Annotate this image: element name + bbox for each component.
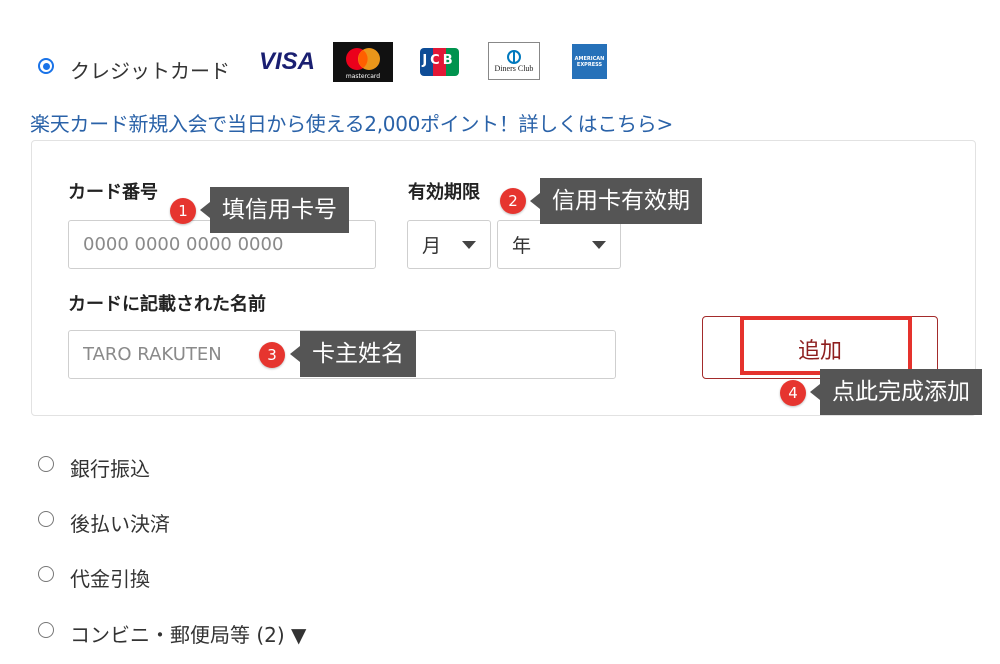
amex-logo: AMERICAN EXPRESS — [572, 44, 607, 79]
cardholder-name-label: カードに記載された名前 — [68, 294, 266, 315]
diners-circle-icon — [507, 49, 521, 64]
visa-logo: VISA — [258, 48, 315, 75]
card-number-label: カード番号 — [68, 182, 158, 203]
expiry-year-value: 年 — [512, 235, 532, 257]
deferred-payment-label[interactable]: 後払い決済 — [70, 508, 170, 537]
cash-on-delivery-radio[interactable] — [38, 566, 54, 582]
annotation-marker-3: 3 — [259, 342, 285, 368]
mastercard-logo: mastercard — [333, 42, 393, 82]
rakuten-card-promo-link[interactable]: 楽天カード新規入会で当日から使える2,000ポイント！詳しくはこちら> — [30, 108, 673, 137]
expiry-year-select[interactable]: 年 — [497, 220, 621, 269]
chevron-down-icon — [462, 241, 476, 249]
credit-card-label[interactable]: クレジットカード — [70, 55, 230, 84]
annotation-marker-2: 2 — [500, 188, 526, 214]
add-card-button-label: 追加 — [797, 339, 842, 364]
deferred-payment-radio[interactable] — [38, 511, 54, 527]
chevron-down-icon — [592, 241, 606, 249]
annotation-tooltip-3: 卡主姓名 — [290, 331, 416, 377]
cash-on-delivery-label[interactable]: 代金引換 — [70, 563, 150, 592]
expiry-label: 有効期限 — [408, 182, 480, 203]
credit-card-radio[interactable] — [38, 58, 54, 74]
annotation-tooltip-1: 填信用卡号 — [200, 187, 349, 233]
annotation-marker-1: 1 — [170, 198, 196, 224]
annotation-tooltip-4: 点此完成添加 — [810, 369, 982, 415]
convenience-store-label[interactable]: コンビニ・郵便局等 (2) ▼ — [70, 619, 306, 648]
diners-club-logo: Diners Club — [488, 42, 540, 80]
annotation-tooltip-2: 信用卡有效期 — [530, 178, 702, 224]
expiry-month-select[interactable]: 月 — [407, 220, 491, 269]
bank-transfer-label[interactable]: 銀行振込 — [70, 453, 150, 482]
expiry-month-value: 月 — [422, 235, 442, 257]
convenience-store-radio[interactable] — [38, 622, 54, 638]
jcb-logo: JCB — [419, 46, 459, 78]
annotation-marker-4: 4 — [780, 380, 806, 406]
bank-transfer-radio[interactable] — [38, 456, 54, 472]
